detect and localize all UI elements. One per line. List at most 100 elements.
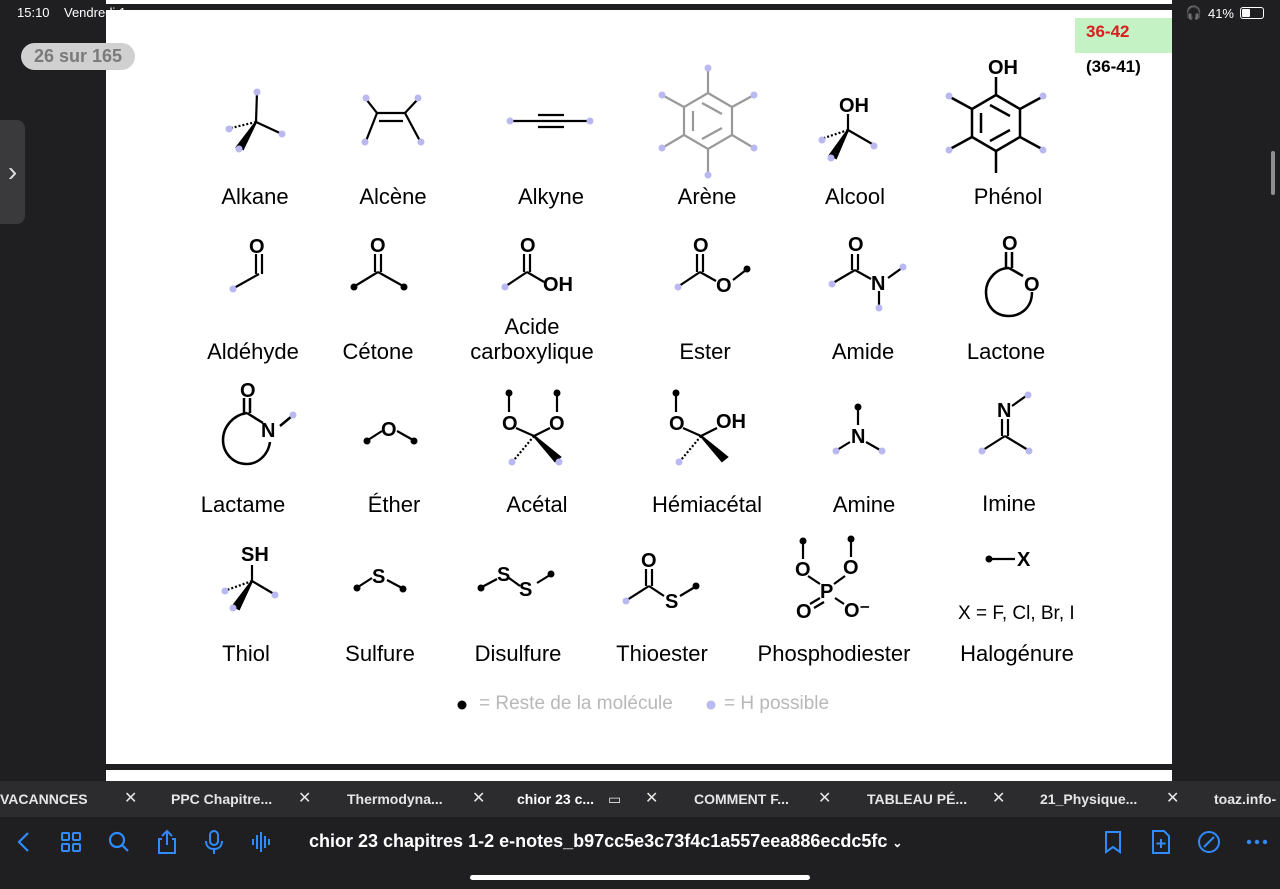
amide-structure [832, 254, 903, 306]
label-amide: Amide [831, 339, 895, 364]
svg-text:O: O [520, 235, 536, 257]
label-thiol: Thiol [222, 641, 270, 666]
share-icon[interactable] [154, 829, 180, 855]
close-tab-icon[interactable]: ✕ [298, 781, 311, 817]
svg-text:O: O [240, 380, 256, 402]
svg-text:O: O [848, 234, 864, 256]
svg-text:O: O [795, 559, 811, 581]
alcohol-structure [823, 114, 875, 160]
close-tab-icon[interactable]: ✕ [645, 781, 658, 817]
svg-text:O: O [693, 235, 709, 257]
tab-thermodynamique[interactable]: Thermodyna... [347, 781, 452, 817]
close-tab-icon[interactable]: ✕ [472, 781, 485, 817]
label-acid-line1: Acide [504, 314, 560, 339]
svg-text:O⁻: O⁻ [844, 600, 870, 622]
label-alkyne: Alkyne [517, 184, 585, 209]
document-page[interactable]: 36-42 (36-41) OH OH O O O OH O O O N O O… [106, 10, 1172, 764]
close-tab-icon[interactable]: ✕ [992, 781, 1005, 817]
thiol-structure [226, 565, 275, 611]
svg-text:O: O [669, 413, 685, 435]
aldehyde-structure [233, 254, 264, 289]
document-title-text: chior 23 chapitres 1-2 e-notes_b97cc5e3c… [309, 831, 888, 851]
alcohol-oh-label: OH [839, 95, 869, 117]
legend-h-dot [706, 700, 716, 710]
svg-text:O: O [549, 413, 565, 435]
microphone-icon[interactable] [201, 829, 227, 855]
label-hemiacetal: Hémiacétal [651, 492, 763, 517]
scroll-indicator[interactable] [1271, 151, 1275, 195]
svg-text:OH: OH [543, 274, 573, 296]
label-aldehyde: Aldéhyde [207, 339, 299, 364]
legend-rest-dot [457, 700, 467, 710]
search-icon[interactable] [106, 829, 132, 855]
arene-structure [661, 68, 755, 175]
tab-comment[interactable]: COMMENT F... [694, 781, 799, 817]
svg-text:O: O [1024, 274, 1040, 296]
label-disulfide: Disulfure [474, 641, 562, 666]
svg-text:N: N [851, 426, 865, 448]
legend-rest: = Reste de la molécule [479, 693, 673, 714]
close-tab-icon[interactable]: ✕ [818, 781, 831, 817]
svg-text:O: O [249, 236, 265, 258]
close-tab-icon[interactable]: ✕ [1166, 781, 1179, 817]
tab-tableau[interactable]: TABLEAU PÉ... [867, 781, 972, 817]
more-icon[interactable] [1244, 829, 1270, 855]
home-indicator[interactable] [470, 875, 810, 880]
markup-icon[interactable] [1196, 829, 1222, 855]
status-right: 🎧 41% [1186, 5, 1264, 21]
legend-h: = H possible [724, 693, 830, 714]
page-counter: 26 sur 165 [21, 43, 135, 70]
battery-percent: 41% [1207, 5, 1234, 21]
sidebar-toggle[interactable]: › [0, 120, 25, 224]
tab-ppc[interactable]: PPC Chapitre... [171, 781, 281, 817]
tab-toaz[interactable]: toaz.info- [1214, 781, 1280, 817]
label-halide: Halogénure [960, 641, 1074, 666]
label-phenol: Phénol [973, 184, 1043, 209]
document-title[interactable]: chior 23 chapitres 1-2 e-notes_b97cc5e3c… [309, 831, 902, 852]
phenol-structure [949, 77, 1043, 173]
svg-text:O: O [843, 557, 859, 579]
halide-note: X = F, Cl, Br, I [958, 603, 1075, 624]
chevron-right-icon: › [7, 156, 18, 187]
label-lactone: Lactone [966, 339, 1046, 364]
label-alkene: Alcène [359, 184, 427, 209]
tab-vacances[interactable]: VACANNCES [0, 781, 100, 817]
alkyne-structure [510, 113, 590, 129]
back-icon[interactable] [12, 829, 38, 855]
lactam-structure [221, 398, 293, 466]
tab-chior-active[interactable]: chior 23 c... [517, 781, 601, 817]
label-imine: Imine [982, 491, 1036, 516]
grid-icon[interactable] [58, 829, 84, 855]
svg-text:O: O [502, 413, 518, 435]
svg-text:O: O [641, 550, 657, 572]
svg-text:S: S [497, 564, 510, 586]
label-acetal: Acétal [506, 492, 568, 517]
svg-text:O: O [716, 275, 732, 297]
alkene-structure [364, 98, 421, 142]
tab-bar: VACANNCES ✕ PPC Chapitre... ✕ Thermodyna… [0, 781, 1280, 817]
carboxylic-acid-structure [505, 254, 545, 287]
label-ketone: Cétone [342, 339, 414, 364]
disulfide-structure [481, 574, 551, 588]
svg-text:S: S [519, 579, 532, 601]
audio-waveform-icon[interactable] [249, 829, 275, 855]
tab-physique[interactable]: 21_Physique... [1040, 781, 1145, 817]
previous-page-edge [106, 0, 1172, 4]
svg-text:SH: SH [241, 544, 269, 566]
svg-text:O: O [1002, 233, 1018, 255]
add-page-icon[interactable] [1148, 829, 1174, 855]
bottom-toolbar: chior 23 chapitres 1-2 e-notes_b97cc5e3c… [0, 817, 1280, 889]
svg-text:OH: OH [716, 411, 746, 433]
close-tab-icon[interactable]: ✕ [124, 781, 137, 817]
label-alkane: Alkane [221, 184, 289, 209]
svg-text:N: N [871, 273, 885, 295]
label-arene: Arène [677, 184, 737, 209]
bookmark-icon[interactable] [1100, 829, 1126, 855]
label-sulfide: Sulfure [345, 641, 415, 666]
alkane-structure [230, 91, 283, 151]
label-thioester: Thioester [616, 641, 708, 666]
label-alcohol: Alcool [825, 184, 885, 209]
status-time: 15:10 [17, 5, 50, 20]
svg-text:S: S [665, 591, 678, 613]
split-view-icon[interactable]: ▭ [608, 781, 621, 817]
